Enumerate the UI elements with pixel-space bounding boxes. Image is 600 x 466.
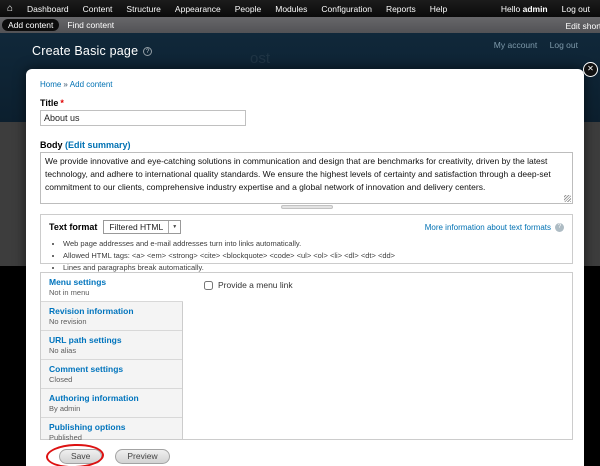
more-info-formats-link[interactable]: More information about text formats	[425, 223, 551, 232]
edit-shortcuts-link[interactable]: Edit shortcuts	[566, 21, 600, 31]
help-icon[interactable]: ?	[555, 223, 564, 232]
tab-summary: Published	[49, 433, 174, 442]
title-label-text: Title	[40, 98, 58, 108]
toolbar-item-configuration[interactable]: Configuration	[314, 4, 379, 14]
tab-summary: No revision	[49, 317, 174, 326]
menu-settings-panel: Provide a menu link	[183, 273, 572, 439]
tab-menu-settings[interactable]: Menu settings Not in menu	[41, 273, 183, 302]
shortcut-bar: Add content Find content Edit shortcuts	[0, 17, 600, 33]
tab-title: URL path settings	[49, 335, 174, 345]
preview-button[interactable]: Preview	[115, 449, 169, 464]
provide-menu-link-label: Provide a menu link	[218, 280, 293, 290]
tab-url-path-settings[interactable]: URL path settings No alias	[41, 331, 182, 360]
breadcrumb-home-link[interactable]: Home	[40, 80, 61, 89]
body-label-text: Body	[40, 140, 63, 150]
tab-title: Authoring information	[49, 393, 174, 403]
form-actions: Save Preview	[40, 449, 573, 464]
tab-title: Comment settings	[49, 364, 174, 374]
tab-summary: No alias	[49, 346, 174, 355]
tab-publishing-options[interactable]: Publishing options Published	[41, 418, 182, 446]
toolbar-item-content[interactable]: Content	[76, 4, 120, 14]
home-icon[interactable]: ⌂	[7, 4, 13, 14]
toolbar-item-people[interactable]: People	[228, 4, 268, 14]
page-help-icon[interactable]: ?	[143, 47, 152, 56]
toolbar-logout-link[interactable]: Log out	[562, 4, 590, 14]
tab-summary: Not in menu	[49, 288, 175, 297]
text-format-selected-value: Filtered HTML	[104, 222, 168, 232]
vertical-tabs: Menu settings Not in menu Revision infor…	[40, 272, 573, 440]
filter-tips-list: Web page addresses and e-mail addresses …	[49, 238, 564, 274]
title-input[interactable]	[40, 110, 246, 126]
background-watermark: ost	[250, 50, 270, 67]
required-marker: *	[60, 98, 64, 108]
create-basic-page-modal: ✕ Home»Add content Title* Body (Edit sum…	[26, 69, 584, 466]
page-title: Create Basic page?	[32, 44, 152, 58]
save-button[interactable]: Save	[59, 449, 102, 464]
tab-summary: By admin	[49, 404, 174, 413]
tab-authoring-information[interactable]: Authoring information By admin	[41, 389, 182, 418]
toolbar-item-structure[interactable]: Structure	[119, 4, 168, 14]
breadcrumb-add-content-link[interactable]: Add content	[70, 80, 113, 89]
my-account-link[interactable]: My account	[494, 40, 537, 50]
toolbar-item-dashboard[interactable]: Dashboard	[20, 4, 76, 14]
provide-menu-link-checkbox[interactable]	[204, 281, 213, 290]
toolbar-item-help[interactable]: Help	[423, 4, 454, 14]
textarea-grippie-handle[interactable]	[281, 205, 333, 209]
tab-summary: Closed	[49, 375, 174, 384]
greeting-prefix: Hello	[501, 4, 523, 14]
shortcut-add-content[interactable]: Add content	[2, 19, 59, 31]
tab-comment-settings[interactable]: Comment settings Closed	[41, 360, 182, 389]
edit-summary-link[interactable]: (Edit summary)	[65, 140, 131, 150]
tab-title: Menu settings	[49, 277, 175, 287]
textarea-resize-handle[interactable]	[564, 195, 571, 202]
body-field-label: Body (Edit summary)	[40, 140, 573, 150]
title-field-label: Title*	[40, 98, 573, 108]
text-format-label: Text format	[49, 222, 97, 232]
tab-revision-information[interactable]: Revision information No revision	[41, 302, 182, 331]
header-logout-link[interactable]: Log out	[550, 40, 578, 50]
body-textarea[interactable]: We provide innovative and eye-catching s…	[40, 152, 573, 204]
account-links: My account Log out	[484, 40, 578, 50]
text-format-fieldset: Text format Filtered HTML ▼ More informa…	[40, 214, 573, 264]
admin-toolbar: ⌂ Dashboard Content Structure Appearance…	[0, 0, 600, 17]
filter-tip: Allowed HTML tags: <a> <em> <strong> <ci…	[63, 250, 564, 262]
text-format-select[interactable]: Filtered HTML ▼	[103, 220, 181, 234]
tab-title: Revision information	[49, 306, 174, 316]
toolbar-item-appearance[interactable]: Appearance	[168, 4, 228, 14]
username: admin	[523, 4, 548, 14]
vertical-tabs-list: Menu settings Not in menu Revision infor…	[41, 273, 183, 439]
page-title-text: Create Basic page	[32, 44, 138, 58]
chevron-down-icon: ▼	[168, 221, 180, 233]
close-icon[interactable]: ✕	[583, 62, 598, 77]
filter-tip: Web page addresses and e-mail addresses …	[63, 238, 564, 250]
toolbar-item-reports[interactable]: Reports	[379, 4, 423, 14]
shortcut-find-content[interactable]: Find content	[61, 19, 120, 31]
breadcrumb-separator: »	[63, 80, 67, 89]
tab-title: Publishing options	[49, 422, 174, 432]
toolbar-item-modules[interactable]: Modules	[268, 4, 314, 14]
greeting-text: Hello admin	[501, 4, 548, 14]
breadcrumb: Home»Add content	[40, 69, 573, 89]
